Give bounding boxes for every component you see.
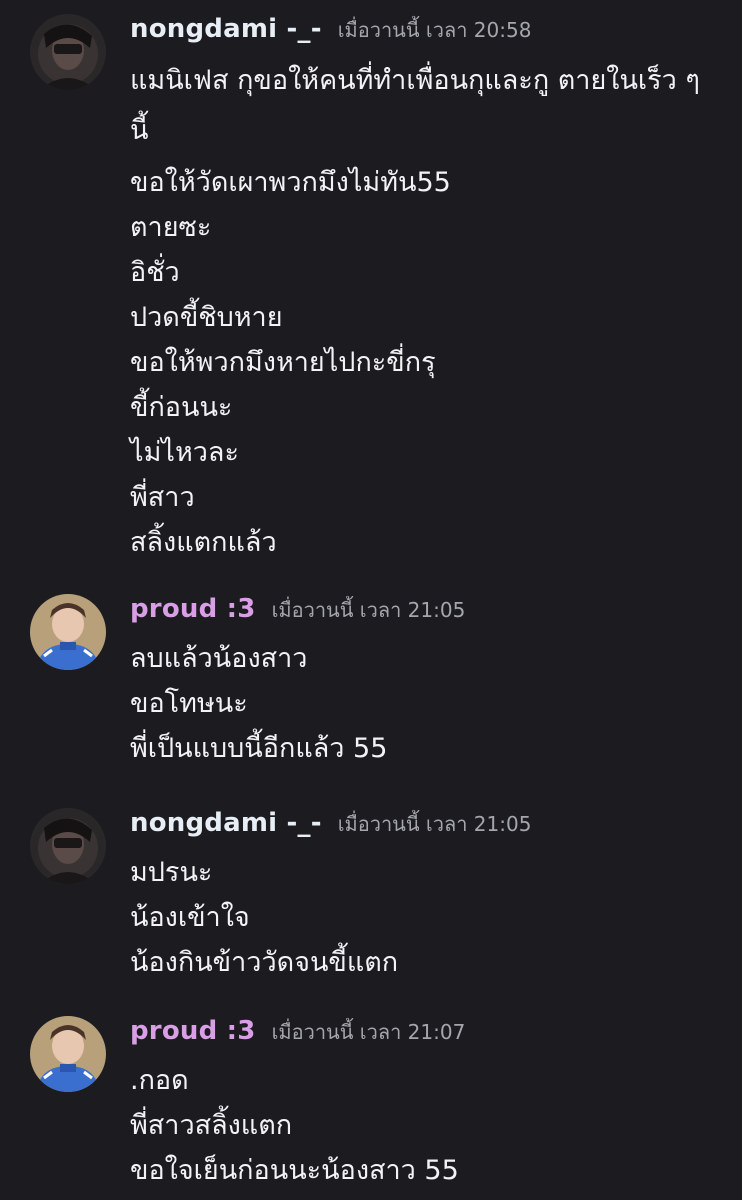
timestamp: เมื่อวานนี้ เวลา 21:05 — [271, 598, 466, 622]
timestamp: เมื่อวานนี้ เวลา 21:07 — [271, 1020, 466, 1044]
message-text: พี่สาว — [130, 482, 195, 513]
message-lines: .กอด พี่สาวสลิ้งแตก ขอใจเย็นก่อนนะน้องสา… — [130, 1058, 720, 1193]
avatar-nongdami[interactable] — [30, 808, 106, 884]
message-text: .กอด — [130, 1065, 189, 1096]
message-text: แมนิเฟส กุขอให้คนที่ทำเพื่อนกุและกู ตายใ… — [130, 65, 700, 146]
message-text: สลิ้งแตกแล้ว — [130, 527, 277, 558]
message-lines: แมนิเฟส กุขอให้คนที่ทำเพื่อนกุและกู ตายใ… — [130, 56, 720, 565]
message-lines: ลบแล้วน้องสาว ขอโทษนะ พี่เป็นแบบนี้อีกแล… — [130, 636, 720, 771]
timestamp: เมื่อวานนี้ เวลา 20:58 — [337, 18, 532, 42]
username[interactable]: proud :3 — [130, 1016, 256, 1046]
message-text: ไม่ไหวละ — [130, 437, 239, 468]
message-text: ขอให้วัดเผาพวกมึงไม่ทัน55 — [130, 167, 451, 198]
avatar-proud[interactable] — [30, 1016, 106, 1092]
timestamp: เมื่อวานนี้ เวลา 21:05 — [337, 812, 532, 836]
message-text: ลบแล้วน้องสาว — [130, 643, 308, 674]
message-text: มปรนะ — [130, 857, 213, 888]
message-text: พี่สาวสลิ้งแตก — [130, 1110, 293, 1141]
message-text: ปวดขี้ชิบหาย — [130, 302, 283, 333]
message-text: น้องกินข้าววัดจนขี้แตก — [130, 947, 399, 978]
username[interactable]: proud :3 — [130, 594, 256, 624]
avatar-proud[interactable] — [30, 594, 106, 670]
message-text: ขอใจเย็นก่อนนะน้องสาว 55 — [130, 1155, 459, 1186]
message-text: ตายซะ — [130, 212, 212, 243]
message-text: พี่เป็นแบบนี้อีกแล้ว 55 — [130, 733, 388, 764]
message-header: nongdami -_- เมื่อวานนี้ เวลา 21:05 — [130, 808, 531, 848]
message-text: น้องเข้าใจ — [130, 902, 250, 933]
message-header: nongdami -_- เมื่อวานนี้ เวลา 20:58 — [130, 14, 531, 54]
message-header: proud :3 เมื่อวานนี้ เวลา 21:05 — [130, 594, 465, 634]
message-text: ขี้ก่อนนะ — [130, 392, 233, 423]
username[interactable]: nongdami -_- — [130, 14, 322, 44]
message-text: ขอให้พวกมึงหายไปกะขี่กรุ — [130, 347, 436, 378]
message-lines: มปรนะ น้องเข้าใจ น้องกินข้าววัดจนขี้แตก — [130, 850, 720, 985]
message-text: ขอโทษนะ — [130, 688, 248, 719]
message-header: proud :3 เมื่อวานนี้ เวลา 21:07 — [130, 1016, 465, 1056]
message-text: อิชั่ว — [130, 257, 180, 288]
avatar-nongdami[interactable] — [30, 14, 106, 90]
username[interactable]: nongdami -_- — [130, 808, 322, 838]
